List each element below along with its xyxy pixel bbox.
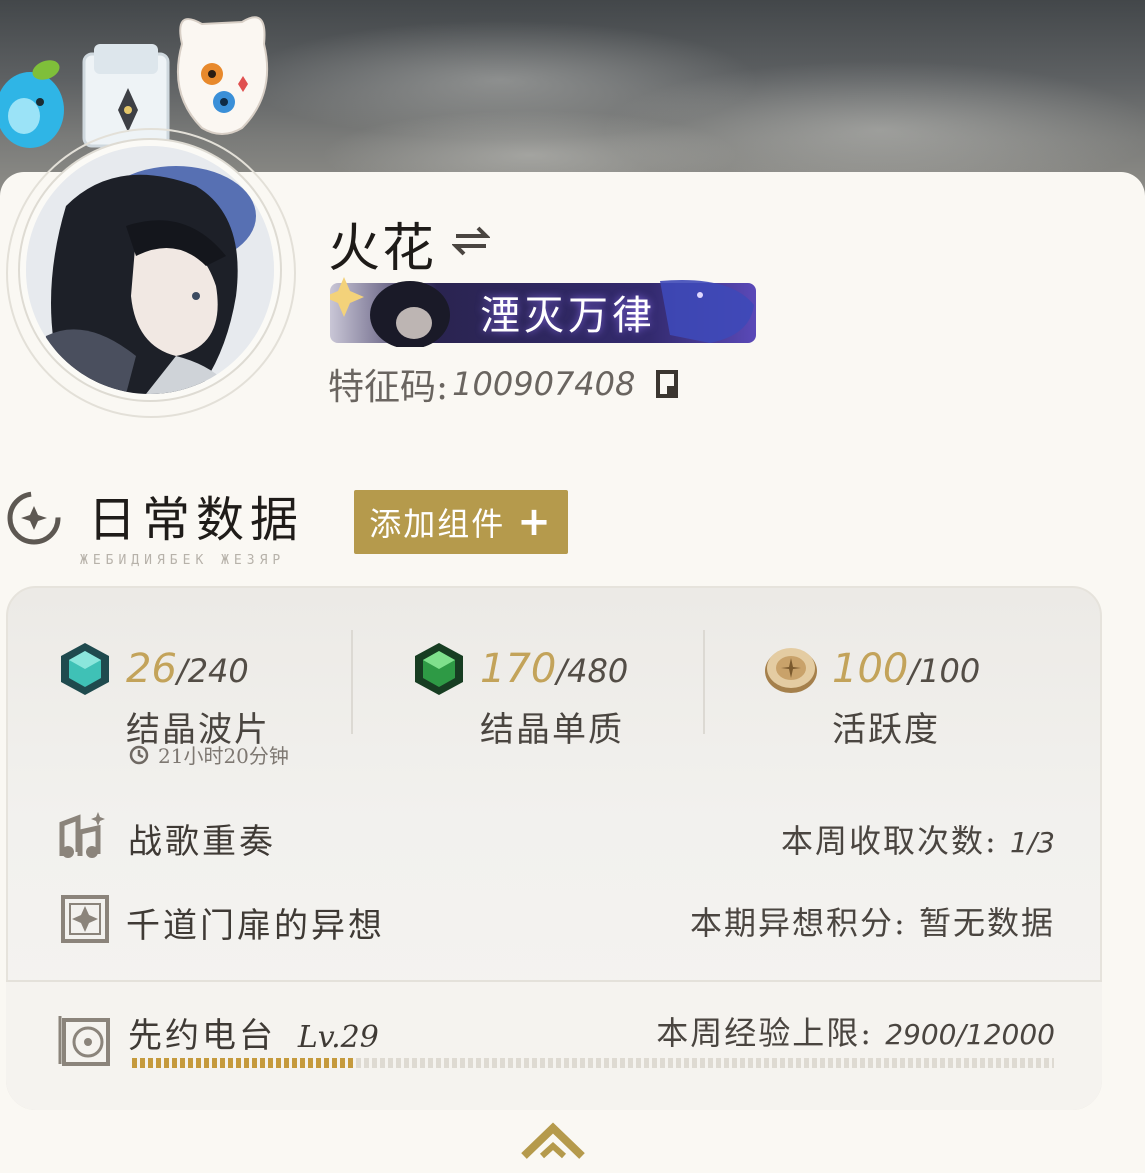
daily-data-icon (7, 491, 61, 545)
radio-exp-value: 本周经验上限: 2900/12000 (656, 1008, 1055, 1054)
waveplate-timer-text: 21小时20分钟 (158, 744, 289, 768)
battle-song-value: 本周收取次数: 1/3 (781, 816, 1055, 862)
battle-song-value-prefix: 本周收取次数: (780, 822, 998, 860)
crystal-solvent-icon (415, 643, 463, 695)
title-badge[interactable]: 湮灭万律 (330, 275, 756, 347)
waveplate-timer: 21小时20分钟 (128, 740, 289, 769)
activity-coin-icon (765, 648, 817, 693)
battle-song-count: 1/3 (1009, 826, 1055, 859)
doors-fantasy-value-prefix: 本期异想积分: (690, 904, 907, 942)
player-name: 火花 (328, 219, 437, 279)
title-badge-label: 湮灭万律 (480, 293, 656, 339)
avatar-portrait-icon (26, 146, 274, 394)
waveplate-current: 26 (126, 646, 177, 692)
activity-label: 活跃度 (832, 710, 940, 750)
doors-fantasy-label: 千道门扉的异想 (126, 906, 385, 946)
cat-pet-icon (176, 16, 269, 135)
radio-label-row: 先约电台 Lv.29 (128, 1008, 379, 1057)
uid-value: 100907408 (452, 365, 636, 403)
radio-exp-progress-bar (132, 1058, 1054, 1068)
clock-icon (129, 745, 149, 764)
stat-divider (703, 630, 705, 734)
copy-icon[interactable] (655, 368, 681, 400)
add-widget-label: 添加组件 (369, 505, 506, 543)
uid-row: 特征码: 100907408 (328, 358, 681, 410)
section-subtitle: ЖЕБИДИЯБЕК ЖЕЗЯР (80, 553, 286, 568)
add-widget-button[interactable]: 添加组件 + (354, 490, 568, 554)
solvent-max: /480 (556, 652, 629, 690)
uid-label: 特征码: (328, 367, 449, 408)
pioneer-radio-icon (58, 1016, 110, 1066)
solvent-current: 170 (480, 646, 557, 692)
radio-exp-amount: 2900/12000 (885, 1018, 1055, 1051)
doors-fantasy-icon (61, 895, 109, 943)
activity-current: 100 (832, 646, 909, 692)
switch-account-icon[interactable] (452, 224, 490, 258)
activity-max: /100 (908, 652, 981, 690)
avatar[interactable] (20, 140, 280, 400)
solvent-label: 结晶单质 (480, 710, 624, 750)
crystal-waveplate-icon (61, 643, 109, 695)
doors-fantasy-score: 暂无数据 (918, 904, 1055, 942)
doors-fantasy-value: 本期异想积分: 暂无数据 (690, 898, 1055, 944)
radio-exp-progress-fill (132, 1058, 355, 1068)
radio-exp-prefix: 本周经验上限: (656, 1014, 874, 1052)
collapse-chevron-icon[interactable] (520, 1122, 586, 1162)
section-title: 日常数据 (88, 492, 305, 548)
radio-label: 先约电台 (128, 1016, 276, 1056)
waveplate-max: /240 (176, 652, 249, 690)
blue-bird-pet-icon (0, 60, 64, 148)
battle-song-icon (59, 812, 105, 858)
battle-song-label: 战歌重奏 (128, 822, 276, 862)
radio-level: Lv.29 (297, 1020, 379, 1055)
stat-divider (351, 630, 353, 734)
plus-icon: + (517, 499, 553, 545)
